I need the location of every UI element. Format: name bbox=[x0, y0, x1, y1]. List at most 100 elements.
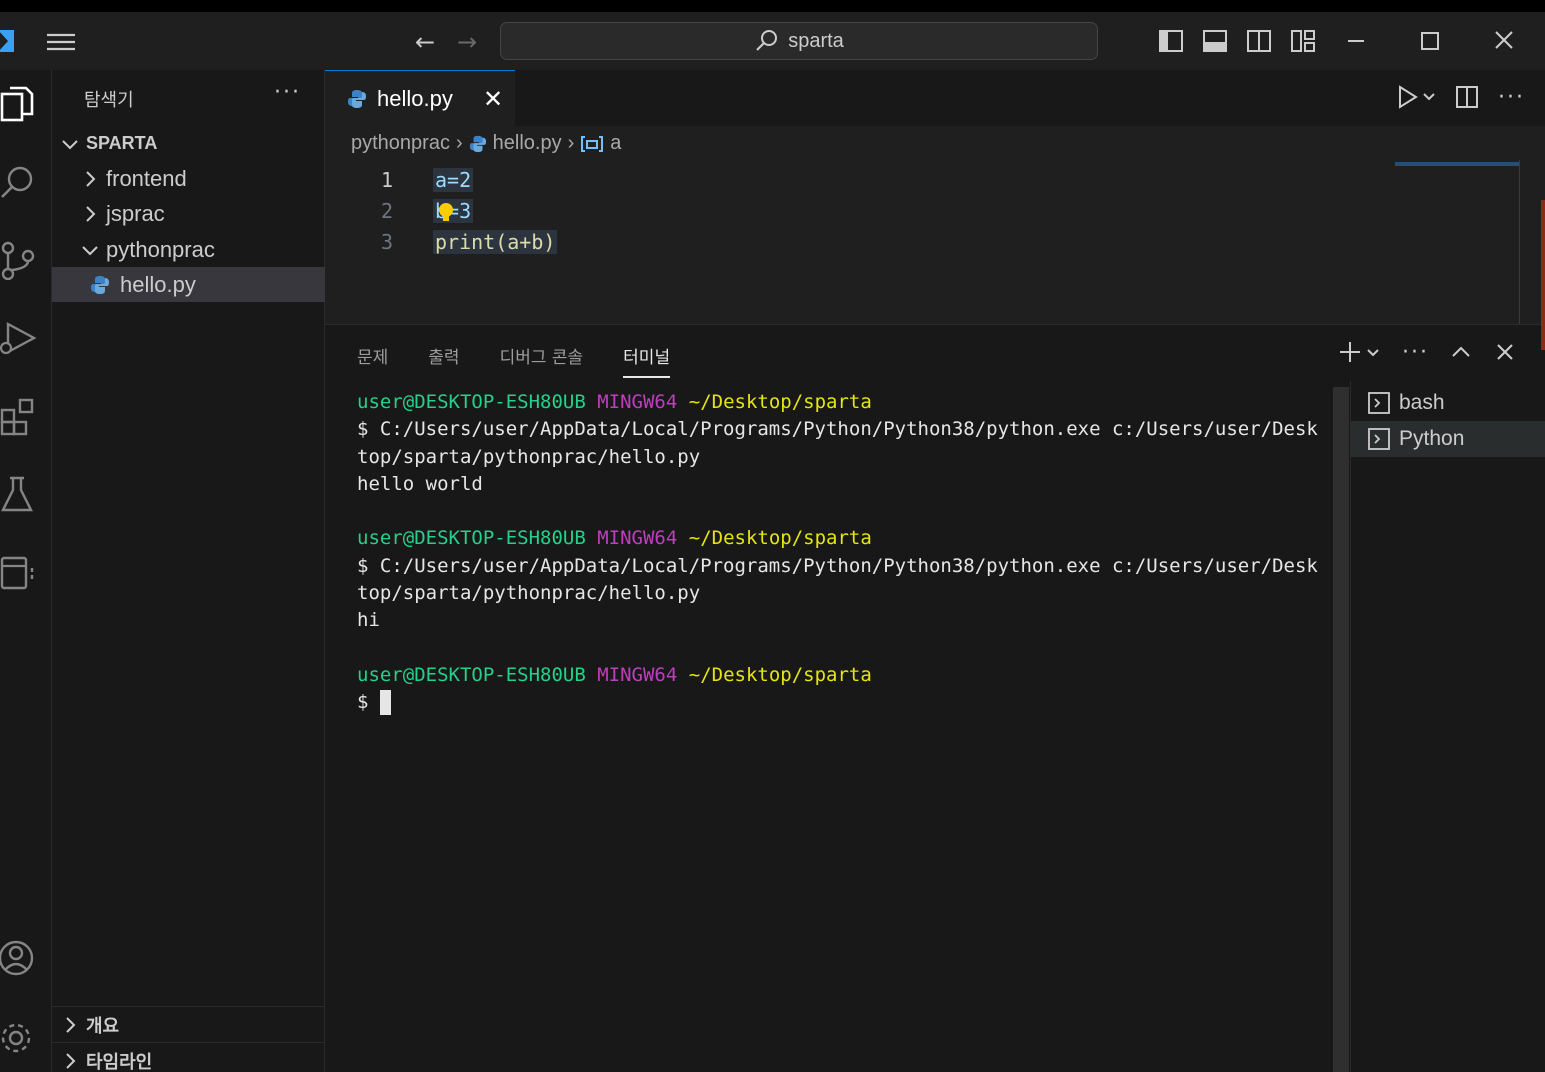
terminal-icon bbox=[1368, 392, 1390, 414]
toggle-secondary-sidebar-icon[interactable] bbox=[1246, 28, 1272, 54]
terminal-cursor bbox=[379, 690, 391, 716]
explorer-title: 탐색기 bbox=[84, 90, 134, 111]
run-python-file-icon[interactable] bbox=[1396, 84, 1436, 110]
testing-flask-icon[interactable] bbox=[0, 474, 40, 518]
tab-terminal[interactable]: 터미널 bbox=[623, 343, 671, 378]
tree-item-frontend[interactable]: frontend bbox=[52, 161, 325, 196]
minimize-icon[interactable] bbox=[1336, 26, 1376, 56]
chevron-right-icon bbox=[86, 170, 96, 187]
line-number: 1 bbox=[380, 167, 393, 192]
search-icon bbox=[756, 30, 778, 51]
terminal-user: user@DESKTOP-ESH80UB bbox=[357, 527, 586, 550]
terminal-env: MINGW64 bbox=[597, 663, 678, 686]
tab-close-icon[interactable]: ✕ bbox=[483, 85, 503, 114]
timeline-section[interactable]: 타임라인 bbox=[52, 1042, 325, 1072]
terminal-output[interactable]: user@DESKTOP-ESH80UB MINGW64 ~/Desktop/s… bbox=[357, 389, 1327, 717]
outline-label: 개요 bbox=[86, 1015, 120, 1037]
terminal-input-line[interactable]: $ bbox=[357, 689, 1327, 716]
chevron-right-icon bbox=[86, 205, 96, 222]
activity-bar bbox=[0, 70, 52, 1072]
lightbulb-icon[interactable] bbox=[437, 201, 455, 225]
customize-layout-icon[interactable] bbox=[1290, 28, 1316, 54]
source-control-icon[interactable] bbox=[0, 240, 40, 284]
terminal-user: user@DESKTOP-ESH80UB bbox=[357, 391, 586, 413]
tree-item-jsprac[interactable]: jsprac bbox=[52, 196, 325, 231]
split-editor-icon[interactable] bbox=[1454, 84, 1480, 110]
breadcrumb-folder[interactable]: pythonprac bbox=[351, 132, 450, 155]
toggle-panel-icon[interactable] bbox=[1202, 28, 1228, 54]
terminal-scrollbar[interactable] bbox=[1333, 387, 1349, 1072]
remote-explorer-icon[interactable] bbox=[0, 552, 40, 596]
tree-item-pythonprac[interactable]: pythonprac bbox=[52, 232, 325, 267]
vscode-logo-icon bbox=[0, 30, 14, 52]
editor-more-actions-icon[interactable]: ··· bbox=[1498, 85, 1525, 110]
tab-debug-console[interactable]: 디버그 콘솔 bbox=[500, 343, 584, 378]
python-file-icon bbox=[469, 135, 486, 152]
terminal-item-label: Python bbox=[1399, 427, 1465, 450]
chevron-right-icon: › bbox=[455, 132, 463, 154]
terminal-output-line: hello world bbox=[357, 472, 483, 495]
title-bar: ← → sparta bbox=[0, 12, 1545, 70]
timeline-label: 타임라인 bbox=[86, 1051, 153, 1072]
close-window-icon[interactable] bbox=[1484, 26, 1524, 56]
terminal-item-python[interactable]: Python bbox=[1351, 421, 1545, 457]
window-top-strip bbox=[0, 0, 1545, 12]
bottom-panel: 문제 출력 디버그 콘솔 터미널 ··· user@DESKTOP-ESH80U… bbox=[325, 324, 1545, 1072]
terminal-path: ~/Desktop/sparta bbox=[688, 391, 872, 413]
toggle-primary-sidebar-icon[interactable] bbox=[1158, 28, 1184, 54]
tree-item-label: pythonprac bbox=[106, 236, 215, 262]
extensions-icon[interactable] bbox=[0, 396, 40, 440]
maximize-panel-icon[interactable] bbox=[1449, 340, 1473, 364]
code-text: print(a+b) bbox=[433, 229, 558, 254]
workspace-folder-sparta[interactable]: SPARTA bbox=[52, 126, 325, 161]
terminal-output-line: hi bbox=[357, 609, 380, 632]
terminal-item-bash[interactable]: bash bbox=[1351, 385, 1545, 421]
tab-label: hello.py bbox=[377, 85, 453, 111]
new-terminal-icon[interactable] bbox=[1338, 339, 1382, 365]
code-line[interactable]: 1 a=2 bbox=[325, 164, 1515, 195]
settings-gear-icon[interactable] bbox=[0, 1016, 40, 1060]
chevron-right-icon bbox=[66, 1016, 76, 1033]
breadcrumb-file[interactable]: hello.py bbox=[493, 132, 562, 155]
chevron-right-icon: › bbox=[567, 132, 575, 154]
python-file-icon bbox=[91, 275, 109, 294]
accounts-icon[interactable] bbox=[0, 938, 40, 982]
chevron-down-icon bbox=[62, 139, 78, 149]
code-line[interactable]: 2 b=3 bbox=[325, 195, 1515, 226]
terminal-prompt-line: user@DESKTOP-ESH80UB MINGW64 ~/Desktop/s… bbox=[357, 389, 1327, 416]
search-sidebar-icon[interactable] bbox=[0, 162, 40, 206]
terminal-path: ~/Desktop/sparta bbox=[688, 527, 872, 550]
editor-scrollbar[interactable] bbox=[1519, 160, 1520, 324]
chevron-right-icon bbox=[66, 1052, 76, 1069]
terminal-command: $ C:/Users/user/AppData/Local/Programs/P… bbox=[357, 418, 1318, 468]
explorer-more-actions-icon[interactable]: ··· bbox=[274, 80, 301, 105]
forward-arrow-icon[interactable]: → bbox=[452, 28, 482, 56]
terminal-prompt-line: user@DESKTOP-ESH80UB MINGW64 ~/Desktop/s… bbox=[357, 525, 1327, 552]
close-panel-icon[interactable] bbox=[1493, 340, 1517, 364]
tab-problems[interactable]: 문제 bbox=[357, 343, 388, 378]
explorer-icon[interactable] bbox=[0, 84, 40, 128]
back-arrow-icon[interactable]: ← bbox=[410, 28, 440, 56]
terminal-item-label: bash bbox=[1399, 391, 1445, 414]
command-center-search[interactable]: sparta bbox=[500, 22, 1098, 60]
explorer-sidebar: 탐색기 ··· SPARTA frontend jsprac pythonpra… bbox=[52, 70, 325, 1072]
breadcrumb-symbol[interactable]: a bbox=[610, 132, 621, 155]
terminal-icon bbox=[1368, 428, 1390, 450]
panel-more-actions-icon[interactable]: ··· bbox=[1402, 340, 1429, 365]
maximize-icon[interactable] bbox=[1410, 26, 1450, 56]
outline-section[interactable]: 개요 bbox=[52, 1006, 325, 1042]
tab-hello-py[interactable]: hello.py ✕ bbox=[325, 70, 515, 126]
code-editor[interactable]: 1 a=2 2 b=3 3 print(a+b) bbox=[325, 164, 1515, 257]
code-line[interactable]: 3 print(a+b) bbox=[325, 226, 1515, 257]
breadcrumb: pythonprac › hello.py › a bbox=[351, 132, 621, 155]
tree-item-label: jsprac bbox=[106, 200, 165, 226]
run-debug-icon[interactable] bbox=[0, 318, 40, 362]
terminal-prompt-symbol: $ bbox=[357, 691, 369, 714]
tree-item-hello-py[interactable]: hello.py bbox=[52, 267, 325, 302]
editor-area: hello.py ✕ ··· pythonprac › hello.py › a… bbox=[325, 70, 1545, 324]
window-edge-accent bbox=[1541, 200, 1545, 350]
terminal-path: ~/Desktop/sparta bbox=[688, 663, 872, 686]
hamburger-menu-icon[interactable] bbox=[44, 30, 78, 54]
tab-output[interactable]: 출력 bbox=[428, 343, 459, 378]
terminal-env: MINGW64 bbox=[597, 391, 678, 413]
